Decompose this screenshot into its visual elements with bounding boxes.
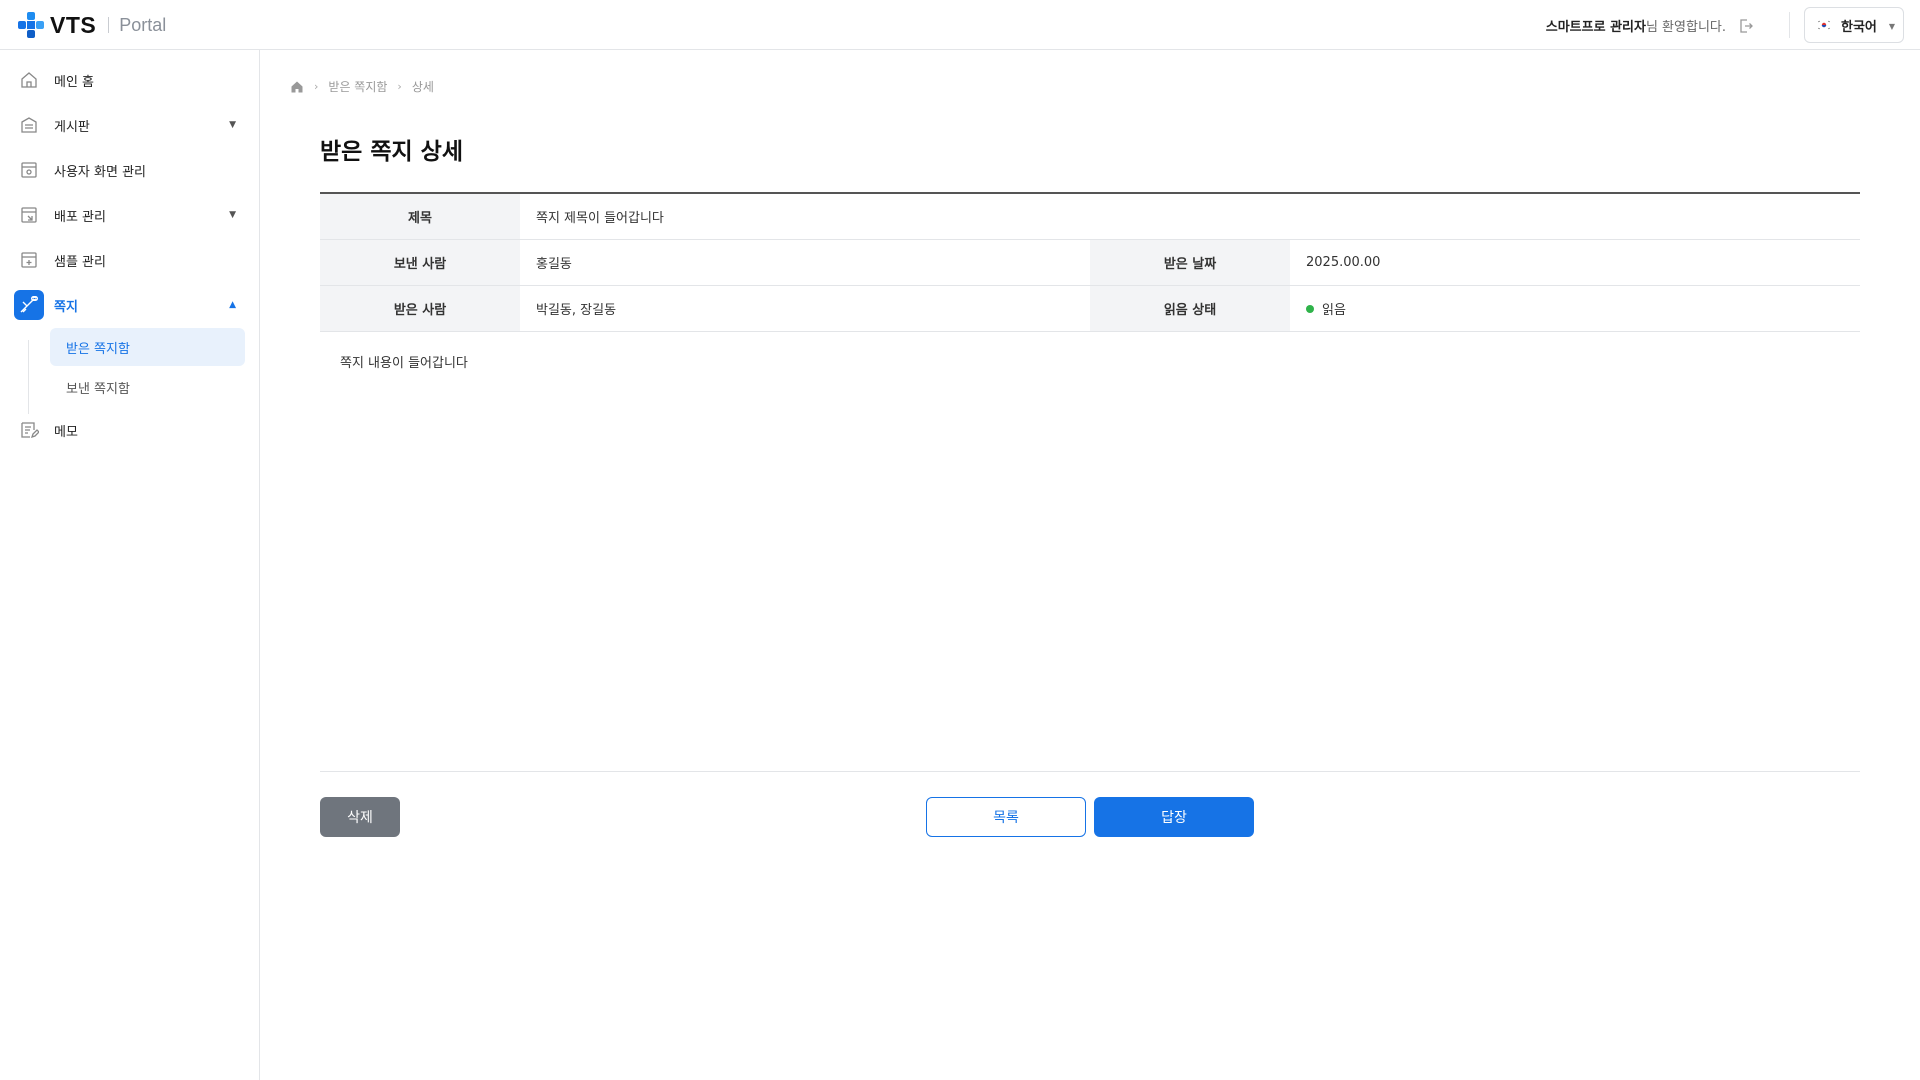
language-label: 한국어 xyxy=(1841,19,1877,35)
table-row: 보낸 사람 홍길동 받은 날짜 2025.00.00 xyxy=(320,240,1860,286)
message-content: 쪽지 내용이 들어갑니다 xyxy=(320,332,1860,772)
sample-icon xyxy=(14,245,44,275)
user-name: 스마트프로 관리자 xyxy=(1545,20,1646,35)
breadcrumb: › 받은 쪽지함 › 상세 xyxy=(290,78,434,95)
sidebar-item-user-screen[interactable]: 사용자 화면 관리 xyxy=(14,154,246,186)
header: VTS Portal 스마트프로 관리자 님 환영합니다. 한국어 ▼ xyxy=(0,0,1920,50)
list-button[interactable]: 목록 xyxy=(926,797,1086,837)
sidebar-item-memo[interactable]: 메모 xyxy=(14,414,246,446)
memo-icon xyxy=(14,415,44,445)
header-divider xyxy=(1789,12,1790,38)
home-icon[interactable] xyxy=(290,80,304,94)
vts-logo-icon xyxy=(18,12,44,38)
page-title: 받은 쪽지 상세 xyxy=(320,139,463,165)
welcome-suffix: 님 환영합니다. xyxy=(1645,20,1726,35)
sidebar-item-board[interactable]: 게시판 ▼ xyxy=(14,109,246,141)
logo[interactable]: VTS Portal xyxy=(16,10,166,40)
sidebar-item-deploy[interactable]: 배포 관리 ▼ xyxy=(14,199,246,231)
sidebar-item-main-home[interactable]: 메인 홈 xyxy=(14,64,246,96)
chevron-up-icon: ▲ xyxy=(229,300,236,310)
sender-label: 보낸 사람 xyxy=(320,240,520,285)
logo-divider xyxy=(108,17,110,33)
breadcrumb-item-detail: 상세 xyxy=(411,80,434,94)
recipient-value: 박길동, 장길동 xyxy=(536,303,617,318)
reply-button[interactable]: 답장 xyxy=(1094,797,1254,837)
subject-label: 제목 xyxy=(320,194,520,239)
chevron-right-icon: › xyxy=(314,80,319,93)
sidebar-subitem-inbox[interactable]: 받은 쪽지함 xyxy=(50,328,245,366)
submenu-guide-line xyxy=(28,340,29,414)
read-status-cell: 읽음 xyxy=(1290,286,1860,331)
table-row: 받은 사람 박길동, 장길동 읽음 상태 읽음 xyxy=(320,286,1860,332)
chevron-down-icon: ▼ xyxy=(229,120,236,130)
sidebar-item-message[interactable]: 쪽지 ▲ xyxy=(14,289,246,321)
chevron-right-icon: › xyxy=(397,80,402,93)
read-status-value: 읽음 xyxy=(1322,303,1346,318)
logo-text: VTS xyxy=(50,11,97,38)
sidebar-subitem-sent[interactable]: 보낸 쪽지함 xyxy=(50,368,245,406)
deploy-icon xyxy=(14,200,44,230)
message-detail-table: 제목 쪽지 제목이 들어갑니다 보낸 사람 홍길동 받은 날짜 2025.00.… xyxy=(320,192,1860,332)
read-status-dot-icon xyxy=(1306,304,1314,313)
table-row: 제목 쪽지 제목이 들어갑니다 xyxy=(320,194,1860,240)
recipient-label: 받은 사람 xyxy=(320,286,520,331)
subject-value: 쪽지 제목이 들어갑니다 xyxy=(536,211,664,226)
board-icon xyxy=(14,110,44,140)
read-status-label: 읽음 상태 xyxy=(1090,286,1290,331)
language-select[interactable]: 한국어 ▼ xyxy=(1804,7,1904,43)
korea-flag-icon xyxy=(1817,20,1831,30)
welcome-message: 스마트프로 관리자 님 환영합니다. xyxy=(1546,16,1754,35)
breadcrumb-item-inbox[interactable]: 받은 쪽지함 xyxy=(328,78,387,95)
home-icon xyxy=(14,65,44,95)
sidebar: 메인 홈 게시판 ▼ 사용자 화면 관리 배포 관리 ▼ 샘플 관리 쪽지 ▲ … xyxy=(0,50,260,1080)
sender-value: 홍길동 xyxy=(536,257,572,272)
chevron-down-icon: ▼ xyxy=(1888,22,1895,31)
logo-portal-text: Portal xyxy=(119,14,167,35)
screen-settings-icon xyxy=(14,155,44,185)
sidebar-item-sample[interactable]: 샘플 관리 xyxy=(14,244,246,276)
message-icon xyxy=(14,290,44,320)
logout-icon[interactable] xyxy=(1738,18,1754,34)
chevron-down-icon: ▼ xyxy=(229,210,236,220)
received-date-label: 받은 날짜 xyxy=(1090,240,1290,285)
received-date-value: 2025.00.00 xyxy=(1306,255,1381,270)
delete-button[interactable]: 삭제 xyxy=(320,797,400,837)
